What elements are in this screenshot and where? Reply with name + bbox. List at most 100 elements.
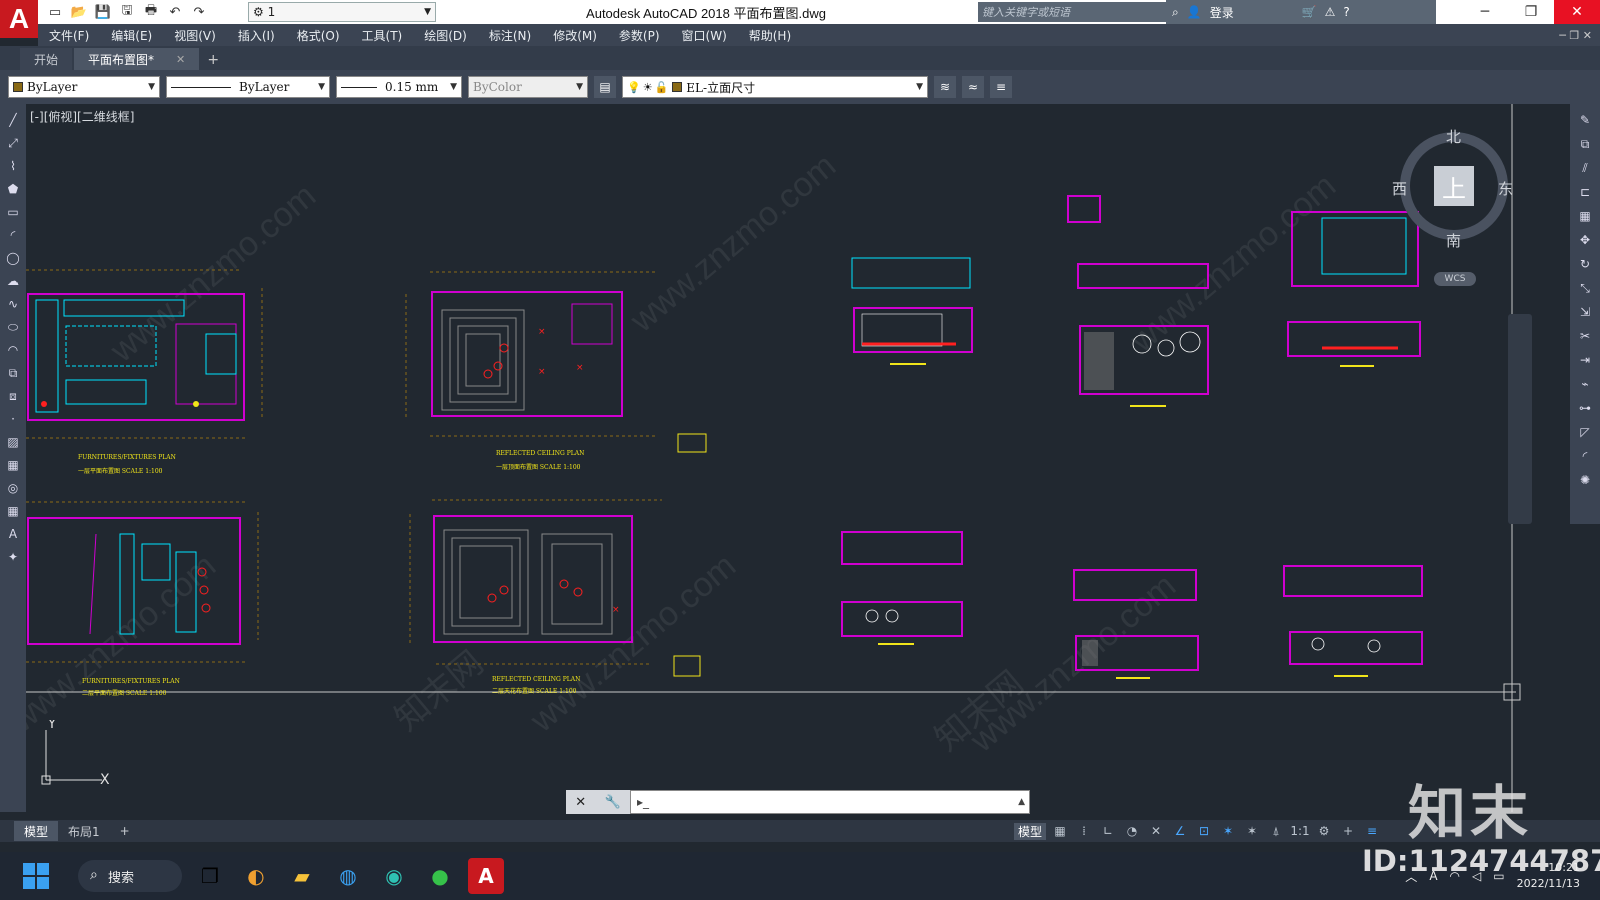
break-icon[interactable]: ⌁	[1575, 374, 1595, 394]
save-as-icon[interactable]: 🖫	[116, 2, 138, 22]
redo-icon[interactable]: ↷	[188, 2, 210, 22]
rectangle-icon[interactable]: ▭	[3, 202, 23, 222]
grid-icon[interactable]: ▦	[1050, 824, 1070, 838]
annotation-scale-value[interactable]: 1:1	[1290, 824, 1310, 838]
cart-icon[interactable]: 🛒	[1302, 5, 1317, 19]
windows-start-icon[interactable]	[20, 860, 52, 892]
taskbar-search[interactable]: ⌕ 搜索	[78, 860, 182, 892]
a360-icon[interactable]: ⚠	[1325, 5, 1336, 19]
annotation-scale-icon[interactable]: ⍋	[1266, 824, 1286, 839]
gradient-icon[interactable]: ▦	[3, 455, 23, 475]
make-block-icon[interactable]: ⧈	[3, 386, 23, 406]
drawing-canvas[interactable]: [-][俯视][二维线框] www.znzmo.com www.znzmo.co…	[26, 104, 1570, 812]
polyline-icon[interactable]: ⌇	[3, 156, 23, 176]
tab-start[interactable]: 开始	[20, 48, 73, 70]
make-current-layer-icon[interactable]: ≋	[934, 76, 956, 98]
scale-icon[interactable]: ⤡	[1575, 278, 1595, 298]
save-icon[interactable]: 💾	[92, 2, 114, 22]
new-file-icon[interactable]: ▭	[44, 2, 66, 22]
menu-format[interactable]: 格式(O)	[286, 27, 351, 44]
binoculars-icon[interactable]: ⌕	[1172, 5, 1179, 20]
insert-block-icon[interactable]: ⧉	[3, 363, 23, 383]
offset-icon[interactable]: ⊏	[1575, 182, 1595, 202]
menu-help[interactable]: 帮助(H)	[738, 27, 802, 44]
menu-draw[interactable]: 绘图(D)	[413, 27, 478, 44]
file-explorer-icon[interactable]: ▰	[284, 858, 320, 894]
open-file-icon[interactable]: 📂	[68, 2, 90, 22]
new-tab-button[interactable]: +	[201, 50, 225, 70]
model-space-toggle[interactable]: 模型	[1014, 822, 1047, 840]
document-window-controls[interactable]: ─ ❐ ✕	[1559, 29, 1600, 42]
linetype-dropdown[interactable]: ByLayer ▼	[166, 76, 330, 98]
polygon-icon[interactable]: ⬟	[3, 179, 23, 199]
menu-tools[interactable]: 工具(T)	[351, 27, 414, 44]
viewcube[interactable]: 上 北 南 东 西	[1392, 126, 1514, 250]
region-icon[interactable]: ◎	[3, 478, 23, 498]
table-icon[interactable]: ▦	[3, 501, 23, 521]
auto-scale-icon[interactable]: ✶	[1242, 824, 1262, 838]
close-button[interactable]: ✕	[1554, 0, 1600, 24]
menu-insert[interactable]: 插入(I)	[227, 27, 286, 44]
layer-dropdown[interactable]: 💡 ☀ 🔓 EL-立面尺寸 ▼	[622, 76, 928, 98]
explode-icon[interactable]: ✺	[1575, 470, 1595, 490]
plus-icon[interactable]: +	[1338, 824, 1358, 838]
menu-parametric[interactable]: 参数(P)	[608, 27, 671, 44]
menu-file[interactable]: 文件(F)	[38, 27, 100, 44]
snap-icon[interactable]: ⁞	[1074, 824, 1094, 838]
help-search-input[interactable]: 键入关键字或短语	[978, 2, 1166, 22]
menu-window[interactable]: 窗口(W)	[671, 27, 738, 44]
wcs-menu[interactable]: WCS	[1434, 272, 1476, 286]
fillet-icon[interactable]: ◜	[1575, 446, 1595, 466]
add-selected-icon[interactable]: ✦	[3, 547, 23, 567]
close-icon[interactable]: ✕	[176, 53, 185, 66]
mirror-icon[interactable]: ⫽	[1575, 158, 1595, 178]
undo-icon[interactable]: ↶	[164, 2, 186, 22]
wrench-icon[interactable]: 🔧	[605, 795, 621, 810]
erase-icon[interactable]: ✎	[1575, 110, 1595, 130]
text-icon[interactable]: A	[3, 524, 23, 544]
hatch-icon[interactable]: ▨	[3, 432, 23, 452]
otrack-icon[interactable]: ∠	[1170, 824, 1190, 838]
maximize-button[interactable]: ❐	[1508, 0, 1554, 24]
rotate-icon[interactable]: ↻	[1575, 254, 1595, 274]
task-view-icon[interactable]: ❐	[192, 858, 228, 894]
chamfer-icon[interactable]: ◸	[1575, 422, 1595, 442]
workspace-dropdown[interactable]: ⚙ 1 ▼	[248, 2, 436, 22]
ortho-icon[interactable]: ∟	[1098, 824, 1118, 838]
compass-east[interactable]: 东	[1498, 178, 1513, 199]
chevron-up-icon[interactable]: ▲	[1018, 797, 1025, 807]
line-icon[interactable]: ╱	[3, 110, 23, 130]
ellipse-icon[interactable]: ⬭	[3, 317, 23, 337]
navigation-bar[interactable]	[1508, 314, 1532, 524]
tab-floor-plan[interactable]: 平面布置图* ✕	[74, 48, 200, 70]
compass-west[interactable]: 西	[1392, 178, 1407, 199]
trim-icon[interactable]: ✂	[1575, 326, 1595, 346]
menu-edit[interactable]: 编辑(E)	[100, 27, 163, 44]
login-button[interactable]: 登录	[1210, 4, 1234, 21]
autocad-taskbar-icon[interactable]: A	[468, 858, 504, 894]
construction-line-icon[interactable]: ⤢	[3, 133, 23, 153]
compass-north[interactable]: 北	[1446, 126, 1461, 147]
weather-icon[interactable]: ◐	[238, 858, 274, 894]
color-dropdown[interactable]: ByLayer ▼	[8, 76, 160, 98]
command-input[interactable]: ▸_ ▲	[630, 790, 1030, 814]
settings-gear-icon[interactable]: ⚙	[1314, 824, 1334, 838]
spline-icon[interactable]: ∿	[3, 294, 23, 314]
layer-properties-icon[interactable]: ▤	[594, 76, 616, 98]
lineweight-dropdown[interactable]: 0.15 mm ▼	[336, 76, 462, 98]
menu-dimension[interactable]: 标注(N)	[478, 27, 542, 44]
join-icon[interactable]: ⊶	[1575, 398, 1595, 418]
circle-icon[interactable]: ◯	[3, 248, 23, 268]
revcloud-icon[interactable]: ☁	[3, 271, 23, 291]
point-icon[interactable]: ·	[3, 409, 23, 429]
customize-icon[interactable]: ≡	[1362, 824, 1382, 838]
menu-modify[interactable]: 修改(M)	[542, 27, 608, 44]
polar-icon[interactable]: ◔	[1122, 824, 1142, 838]
extend-icon[interactable]: ⇥	[1575, 350, 1595, 370]
dynamic-ucs-icon[interactable]: ⊡	[1194, 824, 1214, 838]
minimize-button[interactable]: ─	[1462, 0, 1508, 24]
edge-icon[interactable]: ◉	[376, 858, 412, 894]
compass-south[interactable]: 南	[1446, 230, 1461, 251]
browser-icon[interactable]: ◍	[330, 858, 366, 894]
print-icon[interactable]: 🖶	[140, 2, 162, 22]
